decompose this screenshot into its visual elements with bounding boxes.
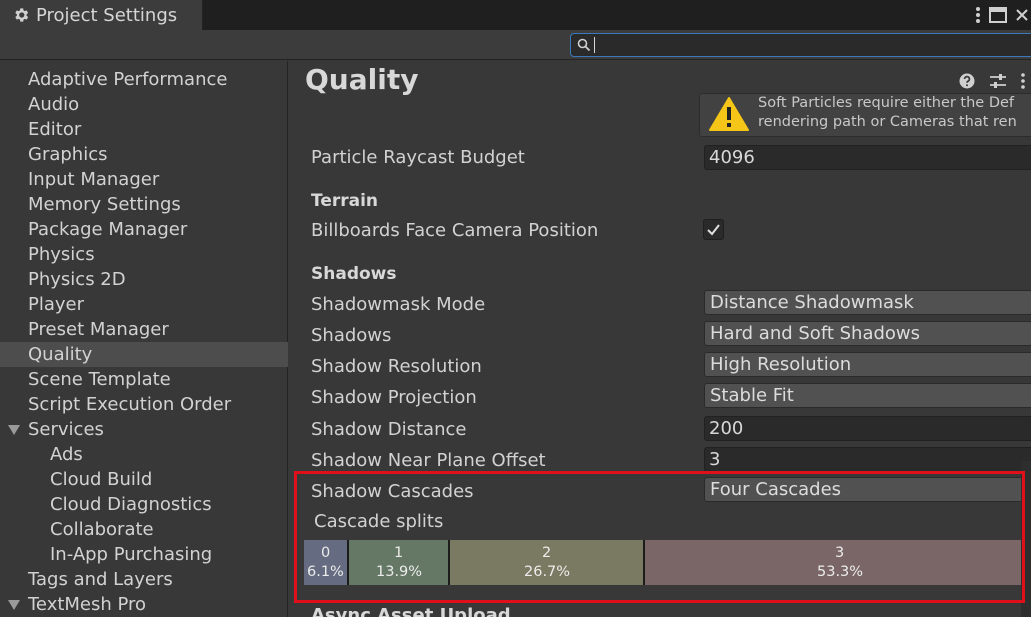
sidebar-item-package-manager[interactable]: Package Manager [0, 217, 288, 242]
presets-sliders-icon[interactable] [989, 73, 1007, 89]
close-icon[interactable] [1015, 8, 1029, 22]
warning-icon [709, 97, 749, 131]
title-bar: Project Settings [0, 0, 1031, 30]
expand-triangle-icon[interactable] [8, 600, 20, 610]
sidebar-item-scene-template[interactable]: Scene Template [0, 367, 288, 392]
more-options-icon[interactable] [975, 6, 981, 24]
toolbar [0, 30, 1031, 60]
shadow-distance-label: Shadow Distance [311, 419, 467, 440]
window-controls [975, 0, 1031, 30]
sidebar-item-adaptive-performance[interactable]: Adaptive Performance [0, 67, 288, 92]
text-cursor [594, 37, 595, 53]
shadows-label: Shadows [311, 325, 392, 346]
sidebar-item-physics-2d[interactable]: Physics 2D [0, 267, 288, 292]
terrain-section-header: Terrain [311, 191, 379, 211]
warning-text: Soft Particles require either the Def re… [758, 95, 1017, 130]
sidebar-item-cloud-build[interactable]: Cloud Build [0, 467, 288, 492]
shadow-distance-field[interactable]: 200 [704, 416, 1031, 441]
particle-raycast-budget-label: Particle Raycast Budget [311, 147, 525, 168]
settings-sidebar: Adaptive Performance Audio Editor Graphi… [0, 61, 288, 617]
sidebar-item-preset-manager[interactable]: Preset Manager [0, 317, 288, 342]
shadow-resolution-label: Shadow Resolution [311, 356, 482, 377]
project-settings-tab[interactable]: Project Settings [0, 0, 203, 30]
sidebar-item-in-app-purchasing[interactable]: In-App Purchasing [0, 542, 288, 567]
shadow-near-plane-offset-field[interactable]: 3 [704, 447, 1031, 472]
shadowmask-mode-label: Shadowmask Mode [311, 294, 486, 315]
shadows-section-header: Shadows [311, 264, 397, 284]
sidebar-item-input-manager[interactable]: Input Manager [0, 167, 288, 192]
billboards-label: Billboards Face Camera Position [311, 220, 599, 241]
particle-raycast-budget-field[interactable]: 4096 [704, 145, 1031, 170]
gear-icon [15, 8, 29, 22]
async-asset-upload-header: Async Asset Upload [311, 605, 511, 617]
sidebar-item-collaborate[interactable]: Collaborate [0, 517, 288, 542]
sidebar-item-services[interactable]: Services [0, 417, 288, 442]
sidebar-item-script-execution-order[interactable]: Script Execution Order [0, 392, 288, 417]
more-options-icon[interactable] [1021, 73, 1025, 89]
search-icon [577, 38, 591, 52]
sidebar-item-physics[interactable]: Physics [0, 242, 288, 267]
page-title: Quality [305, 63, 419, 96]
window-title: Project Settings [36, 4, 178, 26]
sidebar-item-textmesh-pro[interactable]: TextMesh Pro [0, 592, 288, 617]
help-icon[interactable] [959, 73, 975, 89]
sidebar-item-tags-and-layers[interactable]: Tags and Layers [0, 567, 288, 592]
highlight-annotation [294, 471, 1025, 603]
checkmark-icon [707, 224, 720, 236]
search-input[interactable] [570, 33, 1031, 57]
billboards-checkbox[interactable] [703, 219, 724, 240]
sidebar-item-editor[interactable]: Editor [0, 117, 288, 142]
sidebar-item-player[interactable]: Player [0, 292, 288, 317]
sidebar-item-cloud-diagnostics[interactable]: Cloud Diagnostics [0, 492, 288, 517]
shadow-near-plane-offset-label: Shadow Near Plane Offset [311, 450, 546, 471]
sidebar-item-memory-settings[interactable]: Memory Settings [0, 192, 288, 217]
soft-particles-warning: Soft Particles require either the Def re… [699, 93, 1031, 137]
expand-triangle-icon[interactable] [8, 425, 20, 435]
sidebar-item-audio[interactable]: Audio [0, 92, 288, 117]
shadow-projection-label: Shadow Projection [311, 387, 477, 408]
sidebar-item-graphics[interactable]: Graphics [0, 142, 288, 167]
shadowmask-mode-dropdown[interactable]: Distance Shadowmask [704, 290, 1031, 315]
sidebar-item-ads[interactable]: Ads [0, 442, 288, 467]
shadow-projection-dropdown[interactable]: Stable Fit [704, 383, 1031, 408]
sidebar-item-quality[interactable]: Quality [0, 342, 288, 367]
shadows-dropdown[interactable]: Hard and Soft Shadows [704, 321, 1031, 346]
maximize-icon[interactable] [989, 7, 1007, 23]
header-icons [959, 73, 1025, 89]
shadow-resolution-dropdown[interactable]: High Resolution [704, 352, 1031, 377]
